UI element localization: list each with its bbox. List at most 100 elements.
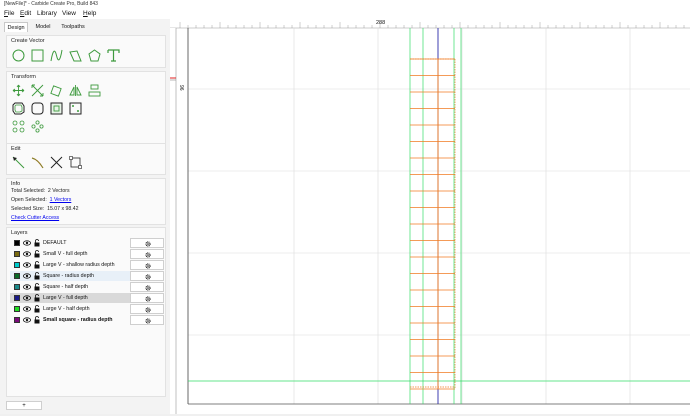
layer-settings-button[interactable] <box>130 293 164 303</box>
layer-settings-button[interactable] <box>130 271 164 281</box>
lock-icon[interactable] <box>33 305 41 313</box>
lock-icon[interactable] <box>33 272 41 280</box>
rotate-icon[interactable] <box>50 84 63 97</box>
create-vector-title: Create Vector <box>11 38 45 44</box>
lock-icon[interactable] <box>33 294 41 302</box>
mirror-icon[interactable] <box>69 84 82 97</box>
cut-icon[interactable] <box>50 156 63 169</box>
eye-icon[interactable] <box>23 294 31 302</box>
scale-icon[interactable] <box>31 84 44 97</box>
layers-title: Layers <box>11 230 28 236</box>
distribute-icon[interactable] <box>12 120 25 133</box>
canvas-grid <box>188 28 690 404</box>
left-ruler <box>170 28 176 414</box>
lock-icon[interactable] <box>33 261 41 269</box>
move-icon[interactable] <box>12 84 25 97</box>
open-selected: Open Selected: 1 Vectors <box>11 197 72 203</box>
circular-array-icon[interactable] <box>31 120 44 133</box>
offset-icon[interactable] <box>12 102 25 115</box>
layer-row[interactable]: Square - radius depth <box>10 271 164 281</box>
eye-icon[interactable] <box>23 239 31 247</box>
layer-color-swatch[interactable] <box>14 262 20 268</box>
window-title: [NewFile]* - Carbide Create Pro, Build 8… <box>4 1 98 7</box>
array-icon[interactable] <box>69 102 82 115</box>
rectangle-icon[interactable] <box>31 49 44 62</box>
layer-settings-button[interactable] <box>130 304 164 314</box>
layer-name: Square - radius depth <box>43 273 94 279</box>
layer-name: Large V - half depth <box>43 306 90 312</box>
layer-row[interactable]: Large V - full depth <box>10 293 164 303</box>
menu-file[interactable]: File <box>4 10 15 17</box>
left-panel: Design Model Toolpaths Create Vector Tra… <box>0 19 170 414</box>
design-canvas[interactable]: 288 96 <box>170 19 690 414</box>
layer-row[interactable]: DEFAULT <box>10 238 164 248</box>
eye-icon[interactable] <box>23 250 31 258</box>
layer-color-swatch[interactable] <box>14 306 20 312</box>
open-selected-link[interactable]: 1 Vectors <box>50 197 72 203</box>
eye-icon[interactable] <box>23 272 31 280</box>
layer-row[interactable]: Square - half depth <box>10 282 164 292</box>
align-icon[interactable] <box>88 84 101 97</box>
layer-row[interactable]: Small square - radius depth <box>10 315 164 325</box>
menu-library[interactable]: Library <box>37 10 57 17</box>
info-group: Info Total Selected: 2 Vectors Open Sele… <box>6 178 166 225</box>
selected-size: Selected Size: 15.07 x 98.42 <box>11 206 79 212</box>
layer-settings-button[interactable] <box>130 260 164 270</box>
lock-icon[interactable] <box>33 250 41 258</box>
edit-title: Edit <box>11 146 21 152</box>
polyline-icon[interactable] <box>69 49 82 62</box>
fillet-icon[interactable] <box>31 102 44 115</box>
boolean-icon[interactable] <box>50 102 63 115</box>
layer-color-swatch[interactable] <box>14 295 20 301</box>
eye-icon[interactable] <box>23 283 31 291</box>
layer-name: Small square - radius depth <box>43 317 113 323</box>
eye-icon[interactable] <box>23 261 31 269</box>
layers-group: Layers DEFAULT Small V - full depth Large … <box>6 227 166 397</box>
layer-row[interactable]: Small V - full depth <box>10 249 164 259</box>
tab-toolpaths[interactable]: Toolpaths <box>58 22 88 32</box>
lock-icon[interactable] <box>33 283 41 291</box>
layer-color-swatch[interactable] <box>14 284 20 290</box>
layer-settings-button[interactable] <box>130 249 164 259</box>
layer-color-swatch[interactable] <box>14 240 20 246</box>
layer-name: Large V - full depth <box>43 295 88 301</box>
total-selected: Total Selected: 2 Vectors <box>11 188 70 194</box>
left-ruler-label: 96 <box>178 85 184 91</box>
check-cutter-link[interactable]: Check Cutter Access <box>11 215 59 221</box>
menu-help[interactable]: Help <box>83 10 96 17</box>
edit-group: Edit <box>6 143 166 175</box>
menu-view[interactable]: View <box>62 10 76 17</box>
polygon-icon[interactable] <box>88 49 101 62</box>
layer-color-swatch[interactable] <box>14 317 20 323</box>
lock-icon[interactable] <box>33 316 41 324</box>
layer-settings-button[interactable] <box>130 315 164 325</box>
lock-icon[interactable] <box>33 239 41 247</box>
bounding-box-icon[interactable] <box>69 156 82 169</box>
create-vector-group: Create Vector <box>6 35 166 68</box>
layer-name: DEFAULT <box>43 240 67 246</box>
eye-icon[interactable] <box>23 305 31 313</box>
layer-row[interactable]: Large V - half depth <box>10 304 164 314</box>
text-icon[interactable] <box>107 49 120 62</box>
menu-edit[interactable]: Edit <box>20 10 31 17</box>
circle-icon[interactable] <box>12 49 25 62</box>
layer-name: Small V - full depth <box>43 251 88 257</box>
trim-icon[interactable] <box>31 156 44 169</box>
layer-settings-button[interactable] <box>130 282 164 292</box>
add-layer-button[interactable]: + <box>6 401 42 410</box>
layer-color-swatch[interactable] <box>14 251 20 257</box>
layer-name: Large V - shallow radius depth <box>43 262 115 268</box>
curve-icon[interactable] <box>50 49 63 62</box>
tab-design[interactable]: Design <box>4 22 28 32</box>
layer-settings-button[interactable] <box>130 238 164 248</box>
canvas-svg[interactable]: 288 96 <box>170 19 690 414</box>
layer-name: Square - half depth <box>43 284 89 290</box>
layer-color-swatch[interactable] <box>14 273 20 279</box>
node-edit-icon[interactable] <box>12 156 25 169</box>
title-bar: [NewFile]* - Carbide Create Pro, Build 8… <box>0 0 690 9</box>
layer-row[interactable]: Large V - shallow radius depth <box>10 260 164 270</box>
menu-bar: File Edit Library View Help <box>0 9 690 19</box>
eye-icon[interactable] <box>23 316 31 324</box>
transform-title: Transform <box>11 74 36 80</box>
tab-model[interactable]: Model <box>32 22 54 32</box>
